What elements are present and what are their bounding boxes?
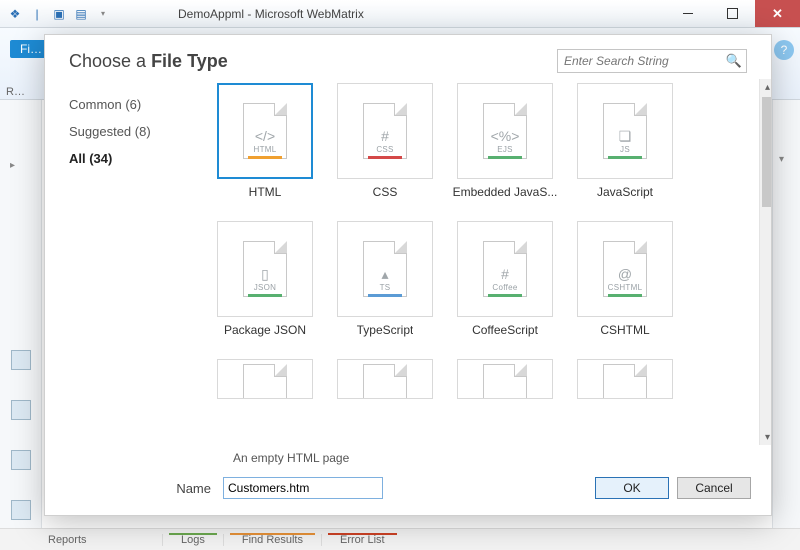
tile-tag: JSON [254, 283, 277, 292]
tile-css[interactable]: # CSS CSS [327, 83, 443, 199]
tile-label: HTML [249, 185, 282, 199]
file-type-grid: </> HTML HTML # CSS CSS <%> EJS Embedded JavaS… [205, 83, 765, 399]
scroll-thumb[interactable] [762, 97, 771, 207]
tile-tag: EJS [497, 145, 513, 154]
tile-symbol: </> [255, 129, 275, 143]
scroll-up-icon[interactable]: ▴ [760, 79, 771, 95]
choose-file-type-dialog: Choose a File Type 🔍 Common (6) Suggeste… [44, 34, 772, 516]
nav-reports-icon[interactable] [11, 500, 31, 520]
chevron-down-icon[interactable]: ▾ [779, 154, 784, 165]
window-maximize-button[interactable] [710, 0, 755, 27]
tile-label: Package JSON [224, 323, 306, 337]
tile-symbol: # [501, 267, 509, 281]
tile-tag: JS [620, 145, 630, 154]
scroll-down-icon[interactable]: ▾ [760, 429, 771, 445]
ok-button[interactable]: OK [595, 477, 669, 499]
expand-icon[interactable]: ▸ [10, 160, 15, 171]
qat-dropdown-icon[interactable]: ▾ [94, 5, 112, 23]
tile-symbol: ▯ [261, 267, 269, 281]
tile-symbol: # [381, 129, 389, 143]
category-common[interactable]: Common (6) [69, 91, 205, 118]
tile-label: TypeScript [357, 323, 414, 337]
tile-typescript[interactable]: ▴ TS TypeScript [327, 221, 443, 337]
qat-sites-icon[interactable]: ❖ [6, 5, 24, 23]
tile-label: CoffeeScript [472, 323, 538, 337]
qat-save-icon[interactable]: ▣ [50, 5, 68, 23]
tile-symbol: ▴ [381, 267, 388, 281]
dialog-title-bold: File Type [151, 51, 228, 71]
qat-icon[interactable]: ▤ [72, 5, 90, 23]
tile-label: JavaScript [597, 185, 653, 199]
window-titlebar: ❖ | ▣ ▤ ▾ DemoAppml - Microsoft WebMatri… [0, 0, 800, 28]
tile-tag: CSS [376, 145, 393, 154]
tile-ejs[interactable]: <%> EJS Embedded JavaS... [447, 83, 563, 199]
right-rail: ▾ [772, 100, 800, 528]
tile-tag: CSHTML [608, 283, 643, 292]
tile-label: CSHTML [600, 323, 649, 337]
tile-symbol: @ [618, 267, 632, 281]
status-bar: Reports Logs Find Results Error List [0, 528, 800, 550]
status-section-label: Reports [42, 534, 162, 546]
nav-site-icon[interactable] [11, 350, 31, 370]
tile-label: CSS [373, 185, 398, 199]
tile-html[interactable]: </> HTML HTML [207, 83, 323, 199]
nav-files-icon[interactable] [11, 400, 31, 420]
category-all[interactable]: All (34) [69, 145, 205, 172]
tile-cshtml[interactable]: @ CSHTML CSHTML [567, 221, 683, 337]
tile-package-json[interactable]: ▯ JSON Package JSON [207, 221, 323, 337]
file-name-input[interactable] [223, 477, 383, 499]
qat-divider: | [28, 5, 46, 23]
cancel-button[interactable]: Cancel [677, 477, 751, 499]
run-label: R… [6, 86, 25, 98]
tile-symbol: <%> [491, 129, 520, 143]
nav-databases-icon[interactable] [11, 450, 31, 470]
window-close-button[interactable]: ✕ [755, 0, 800, 27]
dialog-title-prefix: Choose a [69, 51, 151, 71]
status-tab-error-list[interactable]: Error List [321, 534, 403, 546]
tile-tag: HTML [254, 145, 277, 154]
tile-partial[interactable] [567, 359, 683, 399]
tile-partial[interactable] [327, 359, 443, 399]
tile-tag: Coffee [492, 283, 517, 292]
tile-tag: TS [380, 283, 391, 292]
status-tab-find-results[interactable]: Find Results [223, 534, 321, 546]
category-suggested[interactable]: Suggested (8) [69, 118, 205, 145]
window-minimize-button[interactable] [665, 0, 710, 27]
category-list: Common (6) Suggested (8) All (34) [45, 79, 205, 445]
tile-label: Embedded JavaS... [453, 185, 558, 199]
window-title: DemoAppml - Microsoft WebMatrix [118, 7, 665, 21]
search-icon[interactable]: 🔍 [726, 53, 742, 69]
name-label: Name [45, 481, 223, 496]
search-input[interactable] [557, 49, 747, 73]
left-activity-bar: R… ▸ [0, 100, 42, 528]
grid-scrollbar[interactable]: ▴ ▾ [759, 79, 771, 445]
dialog-title: Choose a File Type [69, 51, 228, 72]
status-tab-logs[interactable]: Logs [162, 534, 223, 546]
tile-partial[interactable] [207, 359, 323, 399]
file-type-description: An empty HTML page [45, 445, 771, 467]
tile-js[interactable]: ❏ JS JavaScript [567, 83, 683, 199]
help-icon[interactable]: ? [774, 40, 794, 60]
tile-partial[interactable] [447, 359, 563, 399]
tile-symbol: ❏ [619, 129, 632, 143]
tile-coffeescript[interactable]: # Coffee CoffeeScript [447, 221, 563, 337]
